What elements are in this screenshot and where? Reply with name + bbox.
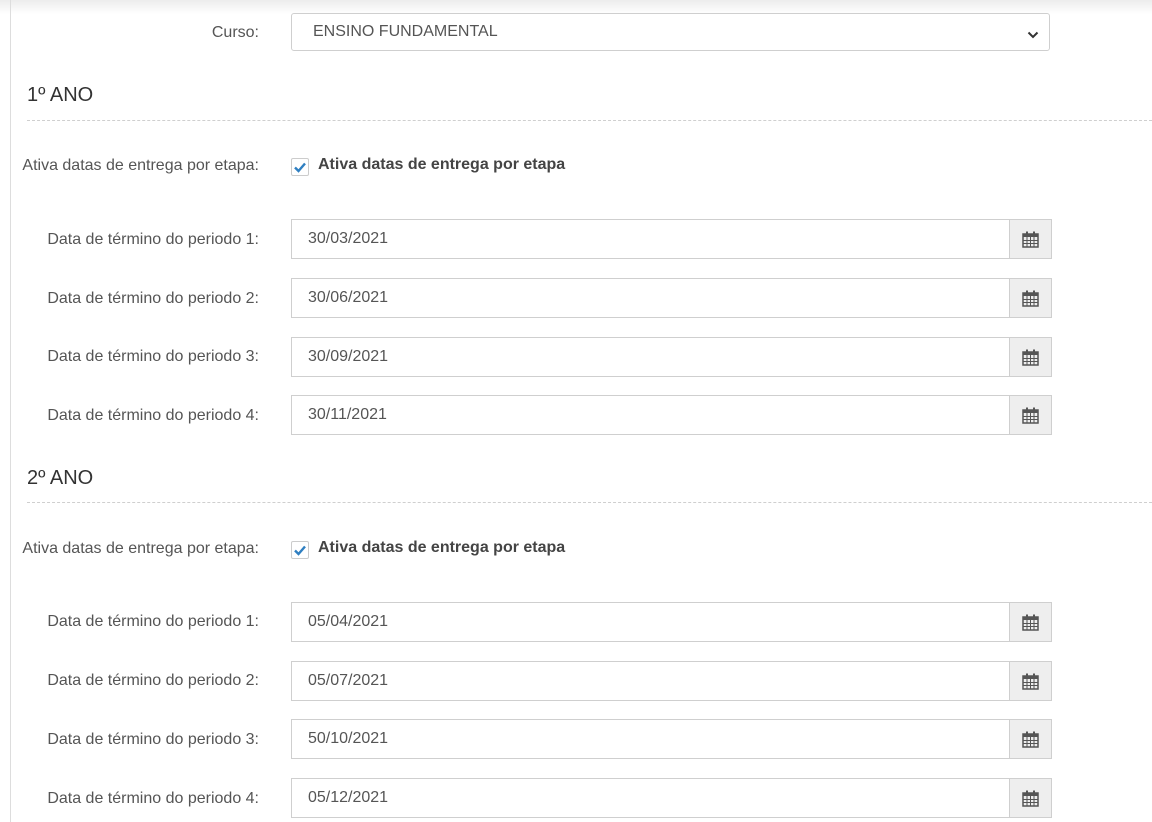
calendar-button[interactable]: [1009, 778, 1052, 818]
period-date-group: [291, 661, 1052, 701]
period-label: Data de término do periodo 3:: [47, 348, 259, 365]
toggle-checkbox-label[interactable]: Ativa datas de entrega por etapa: [318, 156, 565, 174]
checkmark-icon: [294, 545, 306, 556]
calendar-icon: [1022, 673, 1039, 690]
toggle-checkbox[interactable]: [291, 158, 309, 176]
calendar-button[interactable]: [1009, 278, 1052, 318]
curso-label: Curso:: [211, 24, 259, 41]
section-divider: [27, 502, 1152, 503]
calendar-icon: [1022, 731, 1039, 748]
toggle-checkbox[interactable]: [291, 541, 309, 559]
period-date-group: [291, 337, 1052, 377]
period-date-input[interactable]: [291, 719, 1010, 759]
period-date-input[interactable]: [291, 602, 1010, 642]
curso-select[interactable]: ENSINO FUNDAMENTAL: [291, 13, 1050, 51]
period-label: Data de término do periodo 2:: [47, 672, 259, 689]
calendar-icon: [1022, 231, 1039, 248]
section-title-2-ano: 2º ANO: [27, 467, 94, 489]
period-date-group: [291, 395, 1052, 435]
calendar-icon: [1022, 349, 1039, 366]
period-date-group: [291, 719, 1052, 759]
period-date-input[interactable]: [291, 219, 1010, 259]
calendar-button[interactable]: [1009, 661, 1052, 701]
period-label: Data de término do periodo 2:: [47, 290, 259, 307]
top-shadow: [0, 0, 1152, 14]
period-label: Data de término do periodo 4:: [47, 407, 259, 424]
calendar-icon: [1022, 290, 1039, 307]
calendar-icon: [1022, 614, 1039, 631]
toggle-label: Ativa datas de entrega por etapa:: [22, 540, 259, 557]
period-date-group: [291, 602, 1052, 642]
calendar-icon: [1022, 407, 1039, 424]
period-date-input[interactable]: [291, 395, 1010, 435]
toggle-label: Ativa datas de entrega por etapa:: [22, 157, 259, 174]
period-date-input[interactable]: [291, 661, 1010, 701]
period-label: Data de término do periodo 1:: [47, 613, 259, 630]
calendar-button[interactable]: [1009, 219, 1052, 259]
section-title-1-ano: 1º ANO: [27, 84, 94, 106]
calendar-button[interactable]: [1009, 602, 1052, 642]
toggle-checkbox-label[interactable]: Ativa datas de entrega por etapa: [318, 539, 565, 557]
period-date-input[interactable]: [291, 278, 1010, 318]
period-label: Data de término do periodo 3:: [47, 731, 259, 748]
curso-select-value: ENSINO FUNDAMENTAL: [313, 23, 498, 40]
panel-left-border: [10, 0, 11, 822]
period-date-input[interactable]: [291, 778, 1010, 818]
period-date-group: [291, 778, 1052, 818]
period-date-group: [291, 278, 1052, 318]
chevron-down-icon: [1027, 27, 1039, 45]
calendar-button[interactable]: [1009, 719, 1052, 759]
period-label: Data de término do periodo 1:: [47, 231, 259, 248]
calendar-icon: [1022, 790, 1039, 807]
checkmark-icon: [294, 162, 306, 173]
calendar-button[interactable]: [1009, 337, 1052, 377]
calendar-button[interactable]: [1009, 395, 1052, 435]
period-date-group: [291, 219, 1052, 259]
period-label: Data de término do periodo 4:: [47, 790, 259, 807]
period-date-input[interactable]: [291, 337, 1010, 377]
section-divider: [27, 120, 1152, 121]
